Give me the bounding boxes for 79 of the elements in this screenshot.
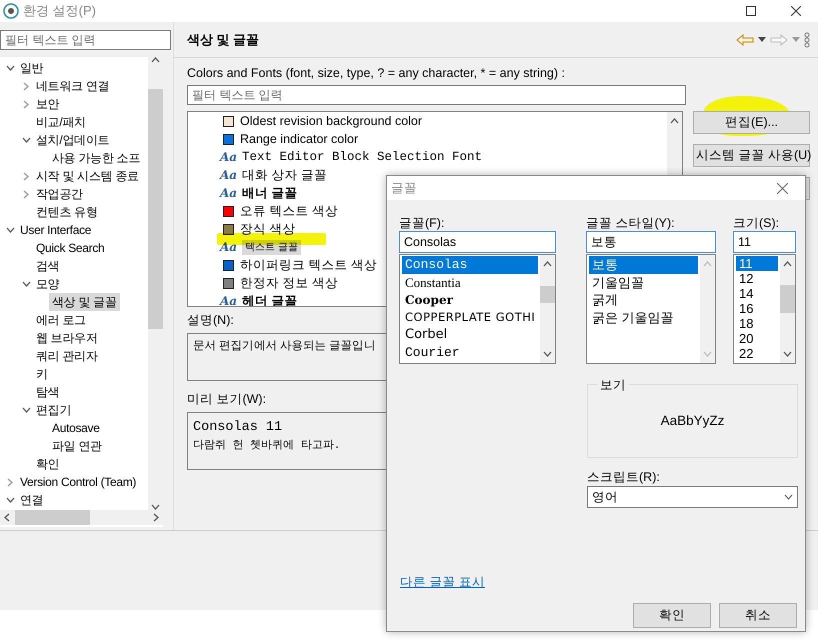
dialog-title: 글꼴 xyxy=(391,180,417,197)
cancel-button[interactable]: 취소 xyxy=(719,603,797,628)
script-select[interactable]: 영어 xyxy=(587,486,798,508)
tree-item[interactable]: 연결 xyxy=(17,491,46,509)
tree-item[interactable]: 확인 xyxy=(33,455,62,473)
list-option[interactable]: 기울임꼴 xyxy=(589,274,698,291)
list-item[interactable]: Oldest revision background color xyxy=(240,112,422,130)
system-font-button[interactable]: 시스템 글꼴 사용(U) xyxy=(693,144,810,167)
list-item[interactable]: 한정자 정보 색상 xyxy=(240,274,338,292)
tree-item[interactable]: 편집기 xyxy=(33,401,74,419)
tree-item[interactable]: Version Control (Team) xyxy=(17,473,140,491)
filter-field[interactable]: 필터 텍스트 입력 xyxy=(187,85,686,105)
description-text: 문서 편집기에서 사용되는 글꼴입니 xyxy=(193,340,376,352)
tree-item[interactable]: 일반 xyxy=(17,59,46,77)
edit-button[interactable]: 편집(E)... xyxy=(693,111,810,134)
tree-item[interactable]: 시작 및 시스템 종료 xyxy=(33,167,142,185)
more-fonts-link[interactable]: 다른 글꼴 표시 xyxy=(400,573,485,592)
preview-text: 다람쥐 헌 쳇바퀴에 타고파. xyxy=(193,438,342,454)
tree-item[interactable]: 작업공간 xyxy=(33,185,86,203)
tree-item[interactable]: 탐색 xyxy=(33,383,62,401)
list-option[interactable]: 18 xyxy=(736,316,778,331)
tree-item[interactable]: Autosave xyxy=(49,419,103,437)
font-label: 글꼴(F): xyxy=(399,215,446,231)
script-label: 스크립트(R): xyxy=(587,469,661,486)
tree-item[interactable]: 쿼리 관리자 xyxy=(33,347,101,365)
tree-item[interactable]: 웹 브라우저 xyxy=(33,329,101,347)
list-option[interactable]: Corbel xyxy=(402,326,538,344)
list-option[interactable]: Courier xyxy=(402,344,538,361)
list-option[interactable]: 굵게 xyxy=(589,291,698,308)
list-item[interactable]: 대화 상자 글꼴 xyxy=(242,166,327,184)
tree-item[interactable]: 키 xyxy=(33,365,51,383)
list-option[interactable]: 16 xyxy=(736,301,778,316)
tree-item[interactable]: User Interface xyxy=(17,221,94,239)
list-option[interactable]: 22 xyxy=(736,346,778,361)
font-icon: Aa xyxy=(220,292,236,306)
tree-item[interactable]: 비교/패치 xyxy=(33,113,89,131)
font-icon: Aa xyxy=(220,166,236,184)
list-option[interactable]: Constantia xyxy=(402,274,538,291)
tree-item[interactable]: 사용 가능한 소프 xyxy=(49,149,143,167)
tree-item[interactable]: 보안 xyxy=(33,95,62,113)
tree-item[interactable]: Quick Search xyxy=(33,239,108,257)
tree-item[interactable]: 색상 및 글꼴 xyxy=(49,293,120,311)
tree-item[interactable]: 에러 로그 xyxy=(33,311,89,329)
style-label: 글꼴 스타일(Y): xyxy=(586,215,676,231)
sample-text: AaBbYyZz xyxy=(660,412,724,430)
tree-item[interactable]: 모양 xyxy=(33,275,62,293)
list-option[interactable]: 20 xyxy=(736,331,778,346)
tree-item[interactable]: 네트워크 연결 xyxy=(33,77,112,95)
font-icon: Aa xyxy=(220,148,236,166)
list-option[interactable]: Consolas xyxy=(402,256,538,274)
list-item[interactable]: 장식 색상 xyxy=(240,220,296,238)
window-title: 환경 설정(P) xyxy=(23,2,96,20)
list-item[interactable]: 오류 텍스트 색상 xyxy=(240,202,338,220)
list-option[interactable]: Cooper xyxy=(402,291,538,308)
list-item[interactable]: 하이퍼링크 텍스트 색상 xyxy=(240,256,377,274)
filter-field[interactable]: 필터 텍스트 입력 xyxy=(0,30,171,50)
description-label: 설명(N): xyxy=(187,312,234,329)
tree-item[interactable]: 컨텐츠 유형 xyxy=(33,203,101,221)
font-icon: Aa xyxy=(220,184,236,202)
list-option[interactable]: 14 xyxy=(736,286,778,301)
list-option[interactable]: 11 xyxy=(736,256,778,271)
tree-item[interactable]: 파일 연관 xyxy=(49,437,105,455)
preview-label: 미리 보기(W): xyxy=(187,390,266,408)
tree-item[interactable]: 설치/업데이트 xyxy=(33,131,112,149)
size-field[interactable]: 11 xyxy=(733,231,796,253)
list-option[interactable]: COPPERPLATE GOTHI xyxy=(402,308,538,326)
list-item[interactable]: 배너 글꼴 xyxy=(242,184,298,202)
style-field[interactable]: 보통 xyxy=(586,231,716,253)
page-title: 색상 및 글꼴 xyxy=(187,30,260,49)
list-item[interactable]: Text Editor Block Selection Font xyxy=(242,148,482,166)
filter-label: Colors and Fonts (font, size, type, ? = any character, * = any string) : xyxy=(187,65,566,82)
size-label: 크기(S): xyxy=(733,215,780,231)
list-option[interactable]: 12 xyxy=(736,271,778,286)
list-option[interactable]: 굵은 기울임꼴 xyxy=(589,308,698,326)
tree-item[interactable]: 검색 xyxy=(33,257,62,275)
list-option[interactable]: 보통 xyxy=(589,256,698,274)
ok-button[interactable]: 확인 xyxy=(633,603,711,628)
list-item[interactable]: Range indicator color xyxy=(240,130,358,148)
font-field[interactable]: Consolas xyxy=(399,231,556,253)
